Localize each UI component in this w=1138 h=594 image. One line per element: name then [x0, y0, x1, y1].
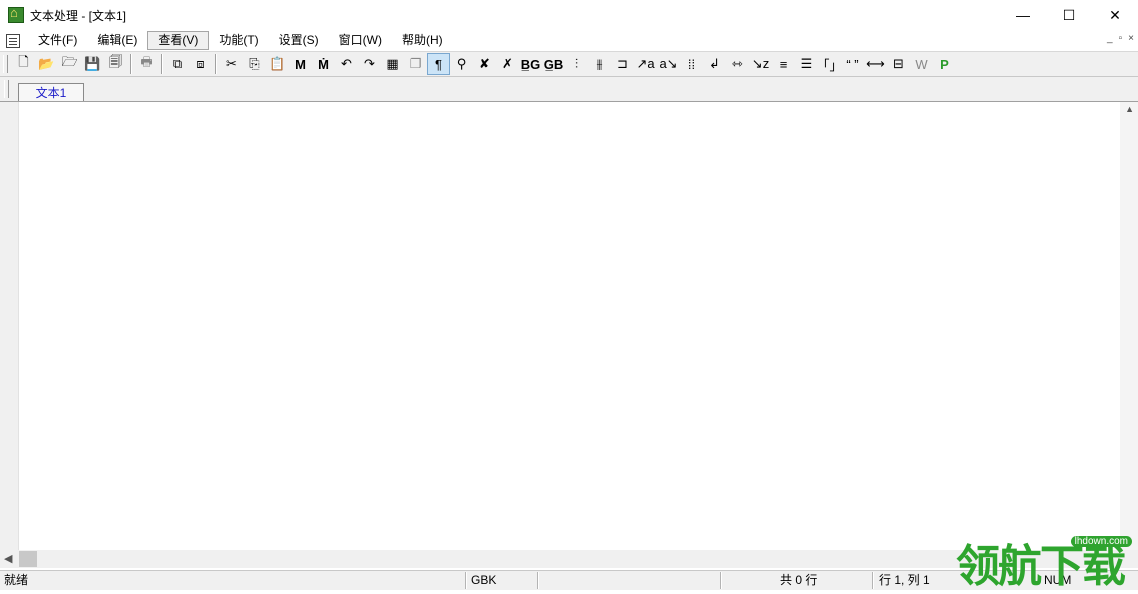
toolbar-grip[interactable] — [3, 55, 8, 73]
wrap-icon[interactable]: ⇿ — [726, 53, 749, 75]
editor-area[interactable]: ▲ ◀ — [0, 102, 1138, 568]
open-folder-icon[interactable]: 🗁 — [58, 53, 81, 75]
add-char-icon[interactable]: ↗a — [634, 53, 657, 75]
paragraph-mark-icon[interactable]: ¶ — [427, 53, 450, 75]
dots-icon[interactable]: ⁞⁞ — [680, 53, 703, 75]
paste-icon[interactable]: 📋 — [266, 53, 289, 75]
mdi-minimize-button[interactable]: _ — [1107, 33, 1113, 44]
sort-icon[interactable]: ↘z — [749, 53, 772, 75]
minimize-button[interactable]: — — [1000, 0, 1046, 30]
status-encoding: GBK — [471, 573, 497, 587]
toolbar-separator — [215, 54, 217, 74]
tab-bar: 文本1 — [0, 77, 1138, 102]
tab-document-1[interactable]: 文本1 — [18, 83, 84, 101]
word-icon[interactable]: W — [910, 53, 933, 75]
status-divider — [537, 572, 539, 589]
corner-quote-icon[interactable]: 「」 — [817, 53, 843, 75]
vertical-scrollbar[interactable]: ▲ — [1120, 102, 1138, 550]
spell-icon[interactable]: ✗ — [496, 53, 519, 75]
watermark-domain: lhdown.com — [1070, 536, 1132, 547]
ruler-icon[interactable]: ⊟ — [887, 53, 910, 75]
app-icon — [8, 5, 24, 23]
check-icon[interactable]: ✘ — [473, 53, 496, 75]
return-icon[interactable]: ↲ — [703, 53, 726, 75]
status-total-lines: 共 0 行 — [780, 573, 818, 587]
new-icon[interactable]: 🗋 — [12, 53, 35, 75]
status-ready: 就绪 — [4, 573, 29, 587]
scroll-up-icon[interactable]: ▲ — [1125, 104, 1134, 114]
undo-icon[interactable]: ↶ — [335, 53, 358, 75]
quote-icon[interactable]: “ ” — [841, 53, 864, 75]
title-bar: 文本处理 - [文本1] — ☐ ✕ — [0, 0, 1138, 30]
redo-icon[interactable]: ↷ — [358, 53, 381, 75]
text-content[interactable] — [22, 104, 1116, 544]
scroll-thumb[interactable] — [19, 551, 37, 567]
find-icon[interactable]: M — [289, 53, 312, 75]
print-icon[interactable]: 🖶 — [135, 53, 158, 75]
indent-icon[interactable]: ☰ — [795, 53, 818, 75]
cut-icon[interactable]: ✂ — [220, 53, 243, 75]
left-gutter — [0, 102, 19, 550]
paste-doc-icon[interactable]: ⧈ — [189, 53, 212, 75]
close-button[interactable]: ✕ — [1092, 0, 1138, 30]
bracket-icon[interactable]: ⊐ — [611, 53, 634, 75]
status-divider — [872, 572, 874, 589]
save-icon[interactable]: 💾 — [81, 53, 104, 75]
find-replace-icon[interactable]: Ṁ — [312, 53, 335, 75]
toolbar: 🗋 📂 🗁 💾 🗐 🖶 ⧉ ⧈ ✂ ⎘ 📋 M Ṁ ↶ ↷ ▦ ❐ ¶ ⚲ ✘ ✗ B̲G G̲B ⫶ ⫵ ⊐ ↗a a↘ ⁞⁞ ↲ ⇿ ↘z… — [0, 52, 1138, 77]
big5-to-gb-icon[interactable]: B̲G — [519, 53, 542, 75]
scroll-left-icon[interactable]: ◀ — [4, 552, 12, 565]
open-icon[interactable]: 📂 — [35, 53, 58, 75]
clone-icon[interactable]: ❐ — [404, 53, 427, 75]
document-icon[interactable] — [6, 33, 20, 48]
copy-doc-icon[interactable]: ⧉ — [166, 53, 189, 75]
mdi-close-button[interactable]: × — [1128, 33, 1134, 44]
maximize-button[interactable]: ☐ — [1046, 0, 1092, 30]
vertical-text-icon[interactable]: ⫶ — [565, 53, 588, 75]
vertical-text-alt-icon[interactable]: ⫵ — [588, 53, 611, 75]
link-icon[interactable]: ⚲ — [450, 53, 473, 75]
status-divider — [720, 572, 722, 589]
menu-items: 文件(F) 编辑(E) 查看(V) 功能(T) 设置(S) 窗口(W) 帮助(H) — [28, 31, 453, 50]
lines-icon[interactable]: ≡ — [772, 53, 795, 75]
tabbar-grip[interactable] — [4, 80, 9, 98]
menu-item[interactable]: 帮助(H) — [392, 31, 453, 50]
gb-to-big5-icon[interactable]: G̲B — [542, 53, 565, 75]
window-title: 文本处理 - [文本1] — [30, 8, 127, 23]
mdi-restore-button[interactable]: ▫ — [1119, 33, 1123, 44]
save-all-icon[interactable]: 🗐 — [104, 53, 127, 75]
copy-icon[interactable]: ⎘ — [243, 53, 266, 75]
toolbar-separator — [161, 54, 163, 74]
menu-item[interactable]: 文件(F) — [28, 31, 87, 50]
menu-item[interactable]: 窗口(W) — [329, 31, 392, 50]
menu-item[interactable]: 编辑(E) — [87, 31, 147, 50]
menu-bar: 文件(F) 编辑(E) 查看(V) 功能(T) 设置(S) 窗口(W) 帮助(H) _ ▫ … — [0, 30, 1138, 52]
toolbar-separator — [130, 54, 132, 74]
mdi-controls: _ ▫ × — [1107, 33, 1134, 44]
table-icon[interactable]: ▦ — [381, 53, 404, 75]
menu-item[interactable]: 设置(S) — [269, 31, 329, 50]
p-icon[interactable]: P — [933, 53, 956, 75]
menu-item[interactable]: 查看(V) — [147, 31, 210, 50]
window-controls: — ☐ ✕ — [1000, 0, 1138, 30]
remove-char-icon[interactable]: a↘ — [657, 53, 680, 75]
watermark-logo: 领航下载 lhdown.com — [956, 530, 1138, 592]
width-icon[interactable]: ⟷ — [864, 53, 887, 75]
menu-item[interactable]: 功能(T) — [209, 31, 268, 50]
